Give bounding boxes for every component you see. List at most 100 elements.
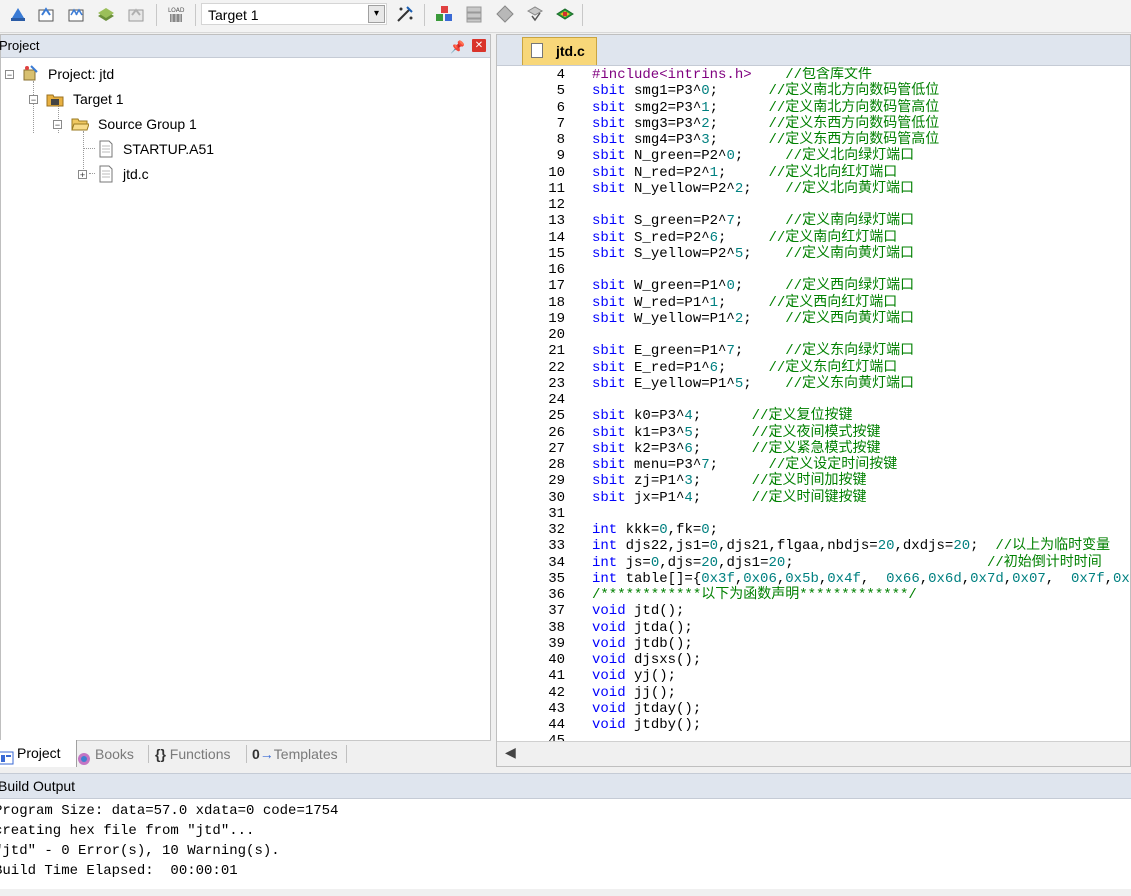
code-text: void jtdb(); [592, 635, 693, 652]
code-editor[interactable]: 4 #include<intrins.h> //包含库文件 5 sbit smg1=P… [499, 67, 1130, 741]
expand-icon[interactable]: + [78, 170, 87, 180]
code-text: /************以下为函数声明*************/ [592, 587, 917, 603]
code-text: sbit W_red=P1^1; //定义西向红灯端口 [592, 294, 898, 311]
line-number: 11 [548, 180, 565, 197]
environment-icon[interactable] [525, 4, 545, 24]
functions-icon: {} [155, 746, 166, 762]
stack-icon[interactable] [555, 4, 575, 24]
code-text: sbit k2=P3^6; //定义紧急模式按键 [592, 440, 881, 457]
tab-project[interactable]: Project [0, 740, 77, 767]
tab-books[interactable]: Books [76, 741, 146, 767]
code-text: sbit N_green=P2^0; //定义北向绿灯端口 [592, 148, 915, 165]
line-number: 21 [548, 343, 565, 360]
tab-file-jtd[interactable]: jtd.c [522, 37, 597, 65]
target-select[interactable]: Target 1 ▾ [201, 3, 387, 25]
tab-label: Templates [273, 746, 338, 762]
options-icon[interactable] [395, 4, 415, 24]
line-number: 18 [548, 294, 565, 311]
code-text: sbit W_green=P1^0; //定义西向绿灯端口 [592, 278, 915, 295]
code-text: void jtday(); [592, 700, 702, 717]
line-number: 34 [548, 554, 565, 571]
line-number: 32 [548, 522, 565, 538]
line-number: 14 [548, 229, 565, 246]
line-number: 37 [548, 603, 565, 620]
project-pane: Project 📌 ✕ − Project: jtd − Target 1 − … [0, 34, 491, 767]
line-number: 43 [548, 700, 565, 717]
code-text: sbit S_red=P2^6; //定义南向红灯端口 [592, 229, 898, 246]
line-number: 41 [548, 668, 565, 685]
tree-item-source-group[interactable]: − Source Group 1 [1, 113, 221, 135]
line-number: 33 [548, 538, 565, 555]
translate-icon[interactable] [8, 4, 28, 24]
toolbar: LOAD Target 1 ▾ [0, 0, 1131, 33]
line-number: 25 [548, 408, 565, 425]
editor-tab-strip: jtd.c [497, 35, 1130, 66]
collapse-icon[interactable]: − [5, 70, 14, 80]
code-text: int kkk=0,fk=0; [592, 522, 719, 538]
close-icon[interactable]: ✕ [472, 39, 486, 52]
tree-item-file-startup[interactable]: STARTUP.A51 [1, 138, 231, 160]
tree-item-project[interactable]: − Project: jtd [1, 63, 201, 85]
tab-separator [148, 745, 149, 763]
line-number: 5 [556, 83, 565, 100]
project-pane-tabs: Project Books {} Functions 0→Templates [0, 740, 491, 767]
books-icon [76, 748, 92, 766]
code-text: sbit menu=P3^7; //定义设定时间按键 [592, 457, 898, 473]
line-number: 19 [548, 310, 565, 327]
toolbar-separator [424, 4, 425, 26]
tab-separator [246, 745, 247, 763]
tree-item-label: jtd.c [123, 166, 149, 182]
scroll-left-icon[interactable]: ◀ [505, 745, 516, 761]
line-number: 4 [556, 67, 565, 83]
pack-installer-icon[interactable] [464, 4, 484, 24]
tree-item-target[interactable]: − Target 1 [1, 88, 201, 110]
code-text: sbit E_red=P1^6; //定义东向红灯端口 [592, 359, 898, 376]
select-packs-icon[interactable] [495, 4, 515, 24]
load-icon[interactable]: LOAD [166, 4, 186, 24]
output-line: Program Size: data=57.0 xdata=0 code=175… [0, 803, 339, 819]
tab-separator [346, 745, 347, 763]
tab-functions[interactable]: {} Functions [155, 741, 245, 767]
code-text: sbit N_red=P2^1; //定义北向红灯端口 [592, 164, 898, 181]
tab-templates[interactable]: 0→Templates [252, 741, 352, 767]
collapse-icon[interactable]: − [53, 120, 62, 130]
svg-text:LOAD: LOAD [168, 7, 185, 14]
tab-label: Books [95, 746, 134, 762]
line-number: 44 [548, 717, 565, 733]
line-number: 16 [548, 262, 565, 278]
code-text: #include<intrins.h> //包含库文件 [592, 67, 873, 83]
line-number: 22 [548, 359, 565, 376]
batch-build-icon[interactable] [96, 4, 116, 24]
file-icon [97, 165, 115, 183]
build-output-pane[interactable]: Program Size: data=57.0 xdata=0 code=175… [0, 799, 1131, 889]
pin-icon[interactable]: 📌 [450, 36, 465, 58]
line-number: 13 [548, 213, 565, 230]
rebuild-icon[interactable] [66, 4, 86, 24]
line-number: 39 [548, 635, 565, 652]
horizontal-scrollbar[interactable]: ◀ [497, 741, 1130, 766]
manage-components-icon[interactable] [434, 4, 454, 24]
project-icon [21, 64, 39, 82]
tree-item-label: Project: jtd [48, 66, 115, 82]
collapse-icon[interactable]: − [29, 95, 38, 105]
tree-item-file-jtd[interactable]: + jtd.c [1, 163, 201, 185]
chevron-down-icon[interactable]: ▾ [368, 5, 385, 23]
project-tab-icon [0, 747, 14, 765]
line-number: 45 [499, 733, 565, 741]
build-icon[interactable] [36, 4, 56, 24]
tab-label: Functions [169, 746, 231, 762]
code-text: int js=0,djs=20,djs1=20; //初始倒计时时间 [592, 554, 1102, 571]
tab-label: Project [17, 745, 61, 761]
target-select-value: Target 1 [208, 7, 259, 23]
code-text: int djs22,js1=0,djs21,flgaa,nbdjs=20,dxd… [592, 538, 1111, 555]
line-number: 9 [556, 148, 565, 165]
line-number: 26 [548, 424, 565, 441]
file-icon [531, 43, 543, 58]
line-number: 27 [548, 440, 565, 457]
templates-icon: 0→ [252, 746, 274, 762]
tree-item-label: Source Group 1 [98, 116, 197, 132]
code-text: void jtda(); [592, 619, 693, 636]
code-text: sbit k0=P3^4; //定义复位按键 [592, 408, 853, 425]
stop-build-icon[interactable] [126, 4, 146, 24]
output-line: "jtd" - 0 Error(s), 10 Warning(s). [0, 843, 280, 859]
